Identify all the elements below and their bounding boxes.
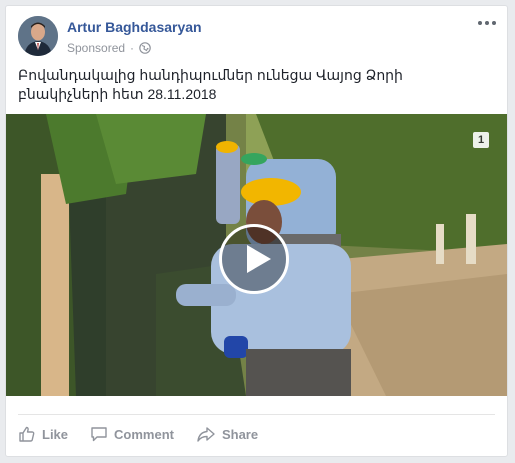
divider [18, 414, 495, 415]
like-label: Like [42, 426, 69, 442]
share-arrow-icon [197, 427, 215, 442]
action-bar: Like Comment Share [18, 422, 280, 446]
comment-label: Comment [114, 426, 174, 442]
like-button[interactable]: Like [18, 425, 68, 443]
thumbs-up-icon [19, 426, 35, 442]
video-player[interactable]: 1 [6, 114, 507, 396]
avatar[interactable] [18, 16, 58, 56]
author-name[interactable]: Artur Baghdasaryan [67, 19, 202, 35]
globe-icon[interactable] [139, 42, 151, 54]
post-card: Artur Baghdasaryan Sponsored · Բովանդակա… [5, 5, 508, 457]
meta-separator: · [130, 41, 135, 55]
sponsored-label[interactable]: Sponsored [67, 41, 125, 55]
more-options-icon[interactable] [477, 16, 497, 30]
post-text: Բովանդակալից հանդիպումներ ունեցա Վայոց Ձ… [18, 67, 403, 102]
comment-bubble-icon [91, 427, 107, 442]
share-button[interactable]: Share [196, 425, 258, 443]
avatar-image [18, 16, 58, 56]
play-icon[interactable] [219, 224, 289, 294]
post-meta: Sponsored · [67, 41, 151, 55]
share-label: Share [221, 426, 259, 442]
comment-button[interactable]: Comment [90, 425, 174, 443]
video-badge: 1 [473, 132, 489, 148]
